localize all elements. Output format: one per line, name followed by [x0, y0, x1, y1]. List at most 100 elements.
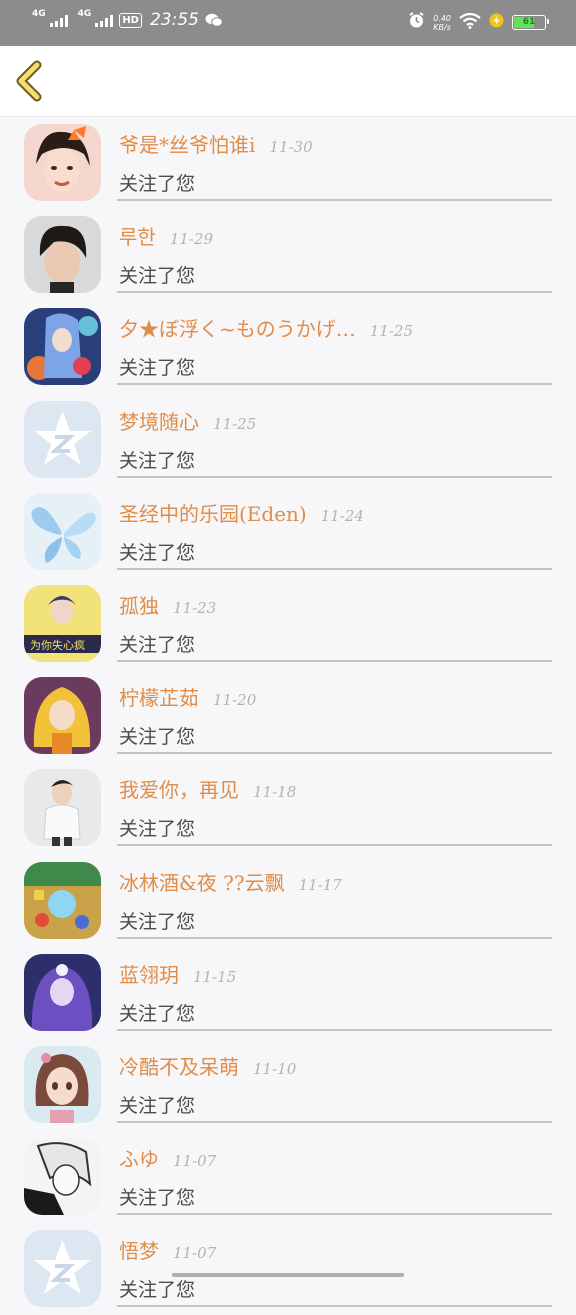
follow-message: 关注了您: [119, 1279, 196, 1302]
user-name[interactable]: 柠檬芷茹: [119, 686, 199, 710]
follow-date: 11-17: [298, 875, 342, 894]
avatar-manga-bw-icon[interactable]: [24, 1138, 101, 1216]
item-header: 루한 11-29: [119, 221, 556, 250]
avatar-anime-purple-icon[interactable]: [24, 953, 101, 1031]
network-speed-value: 0.40: [433, 13, 451, 23]
user-name[interactable]: 圣经中的乐园(Eden): [119, 502, 307, 526]
follow-message: 关注了您: [119, 541, 196, 564]
follow-date: 11-07: [173, 1152, 217, 1171]
network-speed: 0.40 KB/s: [433, 14, 451, 32]
avatar-doll-girl-icon[interactable]: [24, 1045, 101, 1123]
avatar-yellow-flowers-icon[interactable]: 为你失心疯: [24, 584, 101, 662]
svg-text:为你失心疯: 为你失心疯: [30, 638, 85, 652]
list-item[interactable]: 루한 11-29 关注了您: [0, 209, 576, 301]
follow-message: 关注了您: [119, 357, 196, 380]
follow-date: 11-20: [213, 691, 257, 710]
network-speed-unit: KB/s: [433, 22, 451, 32]
follow-message: 关注了您: [119, 726, 196, 749]
scroll-indicator[interactable]: [172, 1273, 404, 1277]
charging-icon: [489, 13, 504, 32]
battery-icon: 61: [512, 15, 549, 30]
list-item[interactable]: 爷是*丝爷怕谁i 11-30 关注了您: [0, 117, 576, 209]
follow-message: 关注了您: [119, 173, 196, 195]
follow-date: 11-25: [213, 414, 257, 433]
user-name[interactable]: 冷酷不及呆萌: [119, 1055, 239, 1079]
user-name[interactable]: 孤独: [119, 594, 159, 618]
list-item[interactable]: 柠檬芷茹 11-20 关注了您: [0, 670, 576, 762]
user-name[interactable]: 冰林酒&夜 ??云飘: [119, 871, 285, 895]
item-header: 悟梦 11-07: [119, 1235, 556, 1264]
divider: [117, 1305, 552, 1308]
follower-list: 爷是*丝爷怕谁i 11-30 关注了您 루한 11-29 关注了您 夕★ぼ浮く~ものうかげ……: [0, 117, 576, 1315]
user-name[interactable]: 我爱你，再见: [119, 778, 239, 802]
item-header: 夕★ぼ浮く~ものうかげ… 11-25: [119, 313, 556, 342]
user-name[interactable]: 蓝翎玥: [119, 963, 179, 987]
follow-date: 11-10: [253, 1059, 297, 1078]
wechat-icon: [205, 13, 223, 27]
item-header: 爷是*丝爷怕谁i 11-30: [119, 129, 556, 158]
avatar-anime-blonde-icon[interactable]: [24, 677, 101, 755]
status-bar-right: 0.40 KB/s 61: [408, 12, 549, 33]
list-item[interactable]: 夕★ぼ浮く~ものうかげ… 11-25 关注了您: [0, 301, 576, 393]
divider: [117, 567, 552, 570]
divider: [117, 475, 552, 478]
alarm-icon: [408, 12, 425, 33]
item-header: 梦境随心 11-25: [119, 406, 556, 435]
user-name[interactable]: 夕★ぼ浮く~ものうかげ…: [119, 317, 356, 341]
follow-message: 关注了您: [119, 1094, 196, 1117]
list-item[interactable]: 冰林酒&夜 ??云飘 11-17 关注了您: [0, 855, 576, 947]
item-header: 柠檬芷茹 11-20: [119, 682, 556, 711]
item-header: 冷酷不及呆萌 11-10: [119, 1051, 556, 1080]
divider: [117, 1120, 552, 1123]
chevron-left-icon: [16, 60, 42, 102]
status-bar: 4G 4G HD 23:55 0.40 KB/s 61: [0, 0, 576, 46]
user-name[interactable]: 梦境随心: [119, 410, 199, 434]
header-bar: [0, 46, 576, 117]
list-item[interactable]: 为你失心疯 孤独 11-23 关注了您: [0, 578, 576, 670]
user-name[interactable]: ふゆ: [119, 1147, 159, 1171]
status-time: 23:55: [149, 10, 199, 30]
avatar-qq-default-icon[interactable]: [24, 1230, 101, 1308]
battery-level: 61: [522, 17, 536, 27]
list-item[interactable]: 冷酷不及呆萌 11-10 关注了您: [0, 1039, 576, 1131]
list-item[interactable]: 蓝翎玥 11-15 关注了您: [0, 947, 576, 1039]
list-item[interactable]: ふゆ 11-07 关注了您: [0, 1131, 576, 1223]
avatar-girl-bow-icon[interactable]: [24, 124, 101, 201]
list-item[interactable]: 圣经中的乐园(Eden) 11-24 关注了您: [0, 486, 576, 578]
list-item[interactable]: 悟梦 11-07 关注了您: [0, 1223, 576, 1315]
avatar-butterfly-icon[interactable]: [24, 492, 101, 570]
divider: [117, 752, 552, 755]
item-header: 冰林酒&夜 ??云飘 11-17: [119, 867, 556, 896]
follow-date: 11-24: [320, 506, 364, 525]
item-header: 圣经中的乐园(Eden) 11-24: [119, 498, 556, 527]
hd-voice-icon: HD: [119, 12, 142, 28]
avatar-boy-dark-hair-icon[interactable]: [24, 216, 101, 294]
user-name[interactable]: 루한: [119, 225, 156, 249]
item-header: 我爱你，再见 11-18: [119, 774, 556, 803]
follow-date: 11-23: [173, 598, 217, 617]
user-name[interactable]: 悟梦: [119, 1239, 159, 1263]
item-header: ふゆ 11-07: [119, 1143, 556, 1172]
network-type-2: 4G: [77, 9, 92, 19]
list-item[interactable]: 梦境随心 11-25 关注了您: [0, 394, 576, 486]
avatar-anime-blue-icon[interactable]: [24, 308, 101, 386]
follow-date: 11-07: [173, 1244, 217, 1263]
avatar-game-scene-icon[interactable]: [24, 861, 101, 939]
user-name[interactable]: 爷是*丝爷怕谁i: [119, 133, 255, 157]
follow-date: 11-25: [369, 322, 414, 341]
follow-message: 关注了您: [119, 1187, 196, 1210]
follow-date: 11-15: [193, 967, 237, 986]
list-item[interactable]: 我爱你，再见 11-18 关注了您: [0, 762, 576, 854]
back-button[interactable]: [12, 60, 48, 102]
item-header: 蓝翎玥 11-15: [119, 959, 556, 988]
follow-date: 11-30: [269, 138, 313, 156]
divider: [117, 844, 552, 847]
avatar-boy-white-shirt-icon[interactable]: [24, 769, 101, 847]
follow-message: 关注了您: [119, 818, 196, 841]
network-type-1: 4G: [32, 9, 46, 19]
follow-date: 11-18: [253, 783, 297, 802]
divider: [117, 936, 552, 939]
status-bar-left: 4G 4G HD 23:55: [32, 9, 223, 30]
follow-date: 11-29: [169, 230, 214, 249]
avatar-qq-default-icon[interactable]: [24, 400, 101, 478]
